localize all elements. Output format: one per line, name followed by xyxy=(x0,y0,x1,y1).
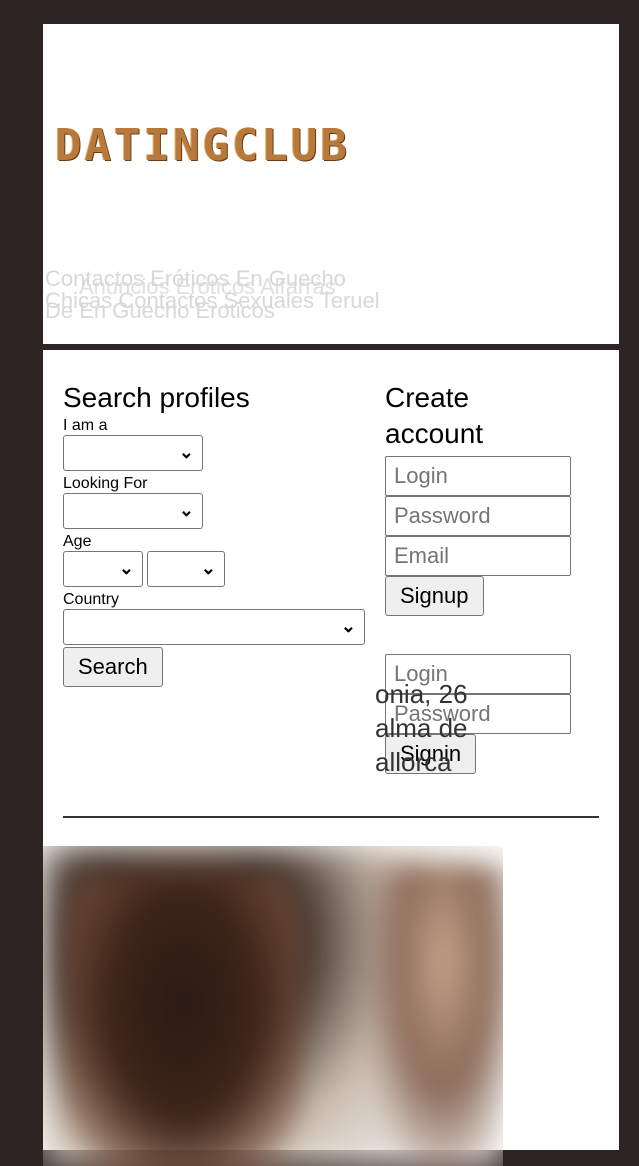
looking-for-label: Looking For xyxy=(63,475,148,492)
signup-login-input[interactable] xyxy=(385,456,571,496)
profile-caption[interactable]: onia, 26 alma de allorca xyxy=(375,677,468,779)
create-account-title-1: Create xyxy=(385,382,470,413)
search-button[interactable]: Search xyxy=(63,647,163,687)
looking-for-select[interactable]: ⌄ xyxy=(63,493,203,529)
signup-email-input[interactable] xyxy=(385,536,571,576)
section-divider xyxy=(63,816,599,818)
chevron-down-icon: ⌄ xyxy=(118,558,134,578)
create-account-title-2: account xyxy=(385,418,484,449)
iam-select[interactable]: ⌄ xyxy=(63,435,203,471)
chevron-down-icon: ⌄ xyxy=(178,442,194,462)
age-min-select[interactable]: ⌄ xyxy=(63,551,143,587)
profile-name-age: onia, 26 xyxy=(375,679,468,709)
profile-city-2: allorca xyxy=(375,747,452,777)
site-logo[interactable]: DATINGCLUB xyxy=(55,120,350,171)
site-header: DATINGCLUB Contactos Eróticos En Guecho … xyxy=(43,24,619,344)
search-title: Search profiles xyxy=(63,382,250,413)
country-label: Country xyxy=(63,591,120,608)
main-content: Search profiles I am a ⌄ Looking For ⌄ A… xyxy=(43,350,619,1166)
age-label: Age xyxy=(63,533,92,550)
age-max-select[interactable]: ⌄ xyxy=(147,551,225,587)
iam-label: I am a xyxy=(63,417,108,434)
signup-button[interactable]: Signup xyxy=(385,576,484,616)
chevron-down-icon: ⌄ xyxy=(178,500,194,520)
country-select[interactable]: ⌄ xyxy=(63,609,365,645)
profile-photo[interactable] xyxy=(43,846,503,1166)
signup-password-input[interactable] xyxy=(385,496,571,536)
chevron-down-icon: ⌄ xyxy=(200,558,216,578)
profile-city-1: alma de xyxy=(375,713,468,743)
chevron-down-icon: ⌄ xyxy=(340,616,356,636)
search-profiles-form: Search profiles I am a ⌄ Looking For ⌄ A… xyxy=(63,380,373,687)
tagline-line-3: De En Guecho Eroticos xyxy=(45,298,275,323)
